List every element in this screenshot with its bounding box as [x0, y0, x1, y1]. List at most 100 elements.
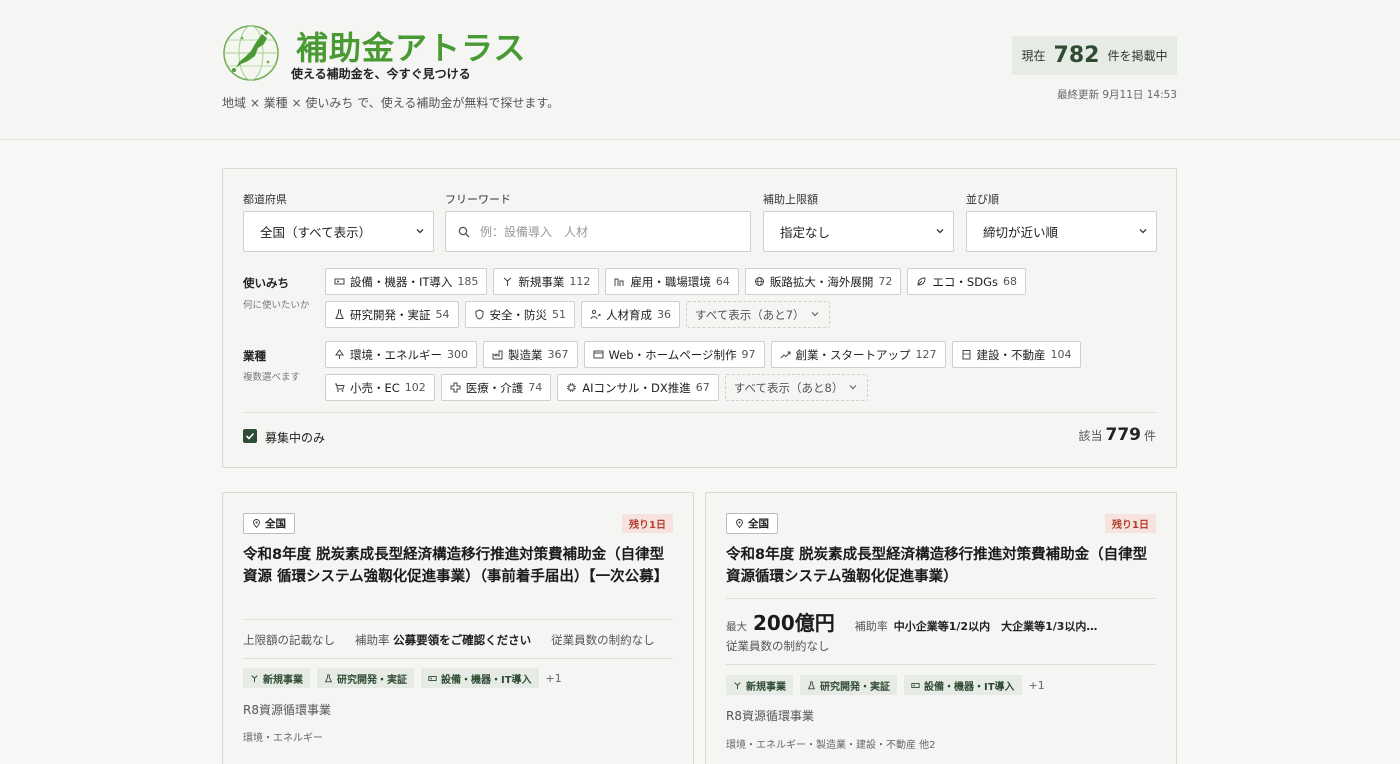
chip-count: 36: [657, 308, 671, 321]
chevron-down-icon: [848, 382, 859, 393]
limit-label: 補助上限額: [763, 193, 818, 206]
usage-chip-new-business[interactable]: 新規事業 112: [493, 268, 600, 295]
industry-chip-startup[interactable]: 創業・スタートアップ 127: [770, 341, 946, 368]
chip-count: 127: [915, 348, 937, 361]
tags-more: +1: [545, 671, 562, 685]
chip-count: 104: [1050, 348, 1072, 361]
region-label: 全国: [265, 518, 286, 530]
industry-chip-medical[interactable]: 医療・介護 74: [440, 374, 552, 401]
filter-panel: 都道府県 全国（すべて表示） フリーワード 補助上限額 指定なし 並び順 締切が…: [222, 168, 1177, 468]
chip-label: 販路拡大・海外展開: [769, 274, 874, 289]
last-updated: 最終更新 9月11日 14:53: [1057, 89, 1177, 101]
result-number: 779: [1105, 425, 1141, 445]
people-icon: [614, 276, 625, 287]
sprout-icon: [733, 681, 742, 690]
card-divider: [726, 598, 1156, 599]
equipment-icon: [428, 674, 437, 683]
deadline-badge: 残り1日: [622, 514, 673, 533]
rate-label: 補助率: [854, 620, 888, 633]
tag-label: 新規事業: [263, 674, 303, 686]
prefecture-label: 都道府県: [243, 193, 287, 206]
search-icon: [458, 226, 470, 237]
tag-equipment: 設備・機器・IT導入: [421, 668, 539, 688]
limit-select[interactable]: 指定なし: [763, 211, 954, 252]
usage-chip-equipment[interactable]: 設備・機器・IT導入 185: [325, 268, 488, 295]
chip-label: 安全・防災: [489, 307, 548, 322]
result-count: 該当 779 件: [1078, 425, 1156, 445]
tree-icon: [334, 349, 345, 360]
cart-icon: [334, 382, 345, 393]
card-tags: 新規事業 研究開発・実証 設備・機器・IT導入 +1: [243, 668, 562, 688]
location-pin-icon: [253, 519, 260, 528]
factory-icon: [492, 349, 503, 360]
chevron-down-icon: [936, 229, 944, 234]
usage-chip-training[interactable]: 人材育成 36: [581, 301, 680, 328]
usage-show-more[interactable]: すべて表示（あと7）: [686, 301, 830, 328]
prefecture-select[interactable]: 全国（すべて表示）: [243, 211, 434, 252]
chip-label: 人材育成: [606, 307, 652, 322]
tag-new-business: 新規事業: [243, 668, 310, 688]
count-suffix: 件を掲載中: [1107, 49, 1168, 63]
industry-chip-ai-dx[interactable]: AIコンサル・DX推進 67: [557, 374, 719, 401]
subsidy-card[interactable]: 全国 残り1日 令和8年度 脱炭素成長型経済構造移行推進対策費補助金（自律型資源…: [705, 492, 1177, 764]
chip-label: 設備・機器・IT導入: [350, 274, 453, 289]
card-categories: 環境・エネルギー: [243, 733, 323, 744]
leaf-icon: [916, 276, 927, 287]
prefecture-value: 全国（すべて表示）: [260, 225, 372, 240]
site-title[interactable]: 補助金アトラス: [296, 23, 526, 69]
employee-text: 従業員数の制約なし: [551, 633, 655, 647]
chip-label: Web・ホームページ制作: [608, 347, 737, 362]
site-tagline: 使える補助金を、今すぐ見つける: [291, 67, 471, 81]
industry-chip-construction[interactable]: 建設・不動産 104: [951, 341, 1081, 368]
card-title[interactable]: 令和8年度 脱炭素成長型経済構造移行推進対策費補助金（自律型資源循環システム強靱…: [726, 544, 1158, 588]
keyword-input[interactable]: [480, 224, 730, 239]
medical-cross-icon: [450, 382, 461, 393]
usage-chip-research[interactable]: 研究開発・実証 54: [325, 301, 459, 328]
chip-label: 創業・スタートアップ: [795, 347, 911, 362]
industry-show-more[interactable]: すべて表示（あと8）: [724, 374, 869, 401]
usage-chip-eco[interactable]: エコ・SDGs 68: [907, 268, 1026, 295]
industry-chip-web[interactable]: Web・ホームページ制作 97: [583, 341, 765, 368]
listing-count: 782: [1053, 43, 1100, 68]
logo-globe-icon[interactable]: [222, 24, 280, 82]
rate-label: 補助率: [355, 633, 390, 647]
region-badge: 全国: [726, 513, 778, 534]
card-categories: 環境・エネルギー・製造業・建設・不動産 他2: [726, 740, 936, 751]
open-only-label[interactable]: 募集中のみ: [265, 429, 325, 446]
chip-label: 製造業: [508, 347, 543, 362]
industry-chip-energy[interactable]: 環境・エネルギー 300: [325, 341, 477, 368]
industry-chips: 環境・エネルギー 300 製造業 367 Web・ホームページ制作 97 創業・…: [325, 341, 1165, 401]
tag-new-business: 新規事業: [726, 675, 793, 695]
chip-label: 環境・エネルギー: [350, 347, 442, 362]
industry-chip-manufacturing[interactable]: 製造業 367: [483, 341, 578, 368]
sort-label: 並び順: [966, 193, 999, 206]
usage-chip-employment[interactable]: 雇用・職場環境 64: [605, 268, 739, 295]
tag-label: 研究開発・実証: [337, 674, 407, 686]
tag-label: 新規事業: [746, 681, 786, 693]
result-suffix: 件: [1143, 429, 1156, 443]
subsidy-card[interactable]: 全国 残り1日 令和8年度 脱炭素成長型経済構造移行推進対策費補助金（自律型資源…: [222, 492, 694, 764]
sprout-icon: [502, 276, 513, 287]
chevron-down-icon: [416, 229, 424, 234]
sprout-icon: [250, 674, 259, 683]
industry-chip-retail[interactable]: 小売・EC 102: [325, 374, 435, 401]
flask-icon: [324, 673, 333, 683]
sort-select[interactable]: 締切が近い順: [966, 211, 1157, 252]
deadline-badge: 残り1日: [1105, 514, 1156, 533]
open-only-checkbox[interactable]: [243, 429, 257, 443]
chip-icon: [566, 382, 577, 393]
chip-label: 新規事業: [518, 274, 565, 289]
chip-count: 51: [552, 308, 566, 321]
card-title[interactable]: 令和8年度 脱炭素成長型経済構造移行推進対策費補助金（自律型資源 循環システム強…: [243, 544, 675, 588]
location-pin-icon: [736, 519, 743, 528]
chart-up-icon: [780, 349, 791, 360]
keyword-search[interactable]: [445, 211, 751, 252]
usage-chip-sales[interactable]: 販路拡大・海外展開 72: [744, 268, 902, 295]
chip-label: AIコンサル・DX推進: [582, 380, 691, 395]
tag-research: 研究開発・実証: [317, 668, 414, 688]
flask-icon: [807, 680, 816, 690]
usage-chip-safety[interactable]: 安全・防災 51: [464, 301, 575, 328]
globe-icon: [754, 276, 765, 287]
limit-value: 指定なし: [780, 225, 831, 240]
chip-label: 小売・EC: [350, 380, 400, 395]
